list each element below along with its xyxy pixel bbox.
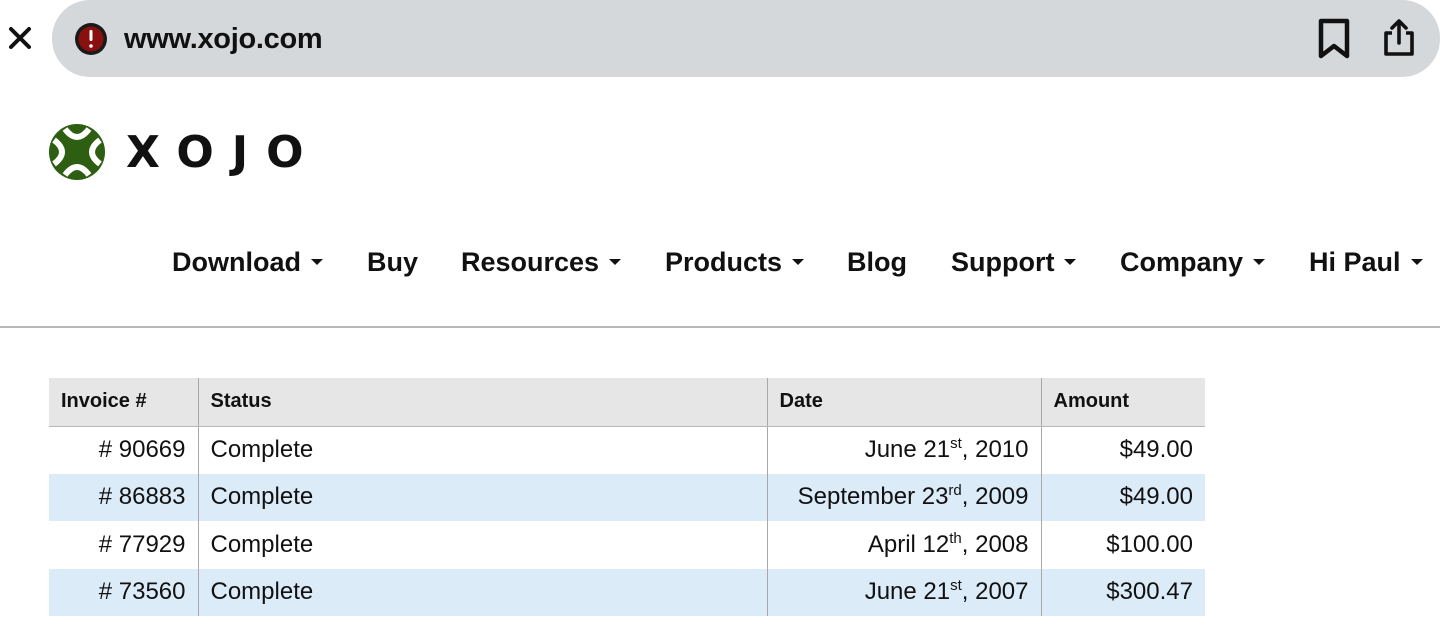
date-text: September 23 [797,483,949,511]
date-text: June 21 [864,578,951,606]
invoice-status: Complete [197,521,767,569]
date-ordinal: th [949,529,962,547]
table-row[interactable]: # 73560 Complete June 21st, 2007 $300.47 [49,568,1205,616]
nav-label: Download [172,246,301,277]
nav-label: Resources [461,246,600,277]
date-ordinal: rd [948,482,962,500]
nav-products[interactable]: Products [665,240,805,284]
invoice-date: April 12th, 2008 [766,521,1041,569]
invoice-number[interactable]: # 73560 [49,568,198,616]
nav-company[interactable]: Company [1120,240,1266,284]
caret-down-icon [1410,259,1423,265]
table-row[interactable]: # 86883 Complete September 23rd, 2009 $4… [49,473,1205,521]
invoice-amount: $49.00 [1040,473,1205,521]
share-icon[interactable] [1380,18,1418,58]
site-warning-icon[interactable] [74,22,108,56]
header-status[interactable]: Status [197,378,767,427]
invoice-date: June 21st, 2007 [766,568,1041,616]
table-header-row: Invoice # Status Date Amount [49,378,1205,427]
date-ordinal: st [950,435,962,452]
nav-blog[interactable]: Blog [847,240,907,284]
invoice-amount: $49.00 [1040,426,1205,474]
date-ordinal: st [950,577,962,595]
table-row[interactable]: # 90669 Complete June 21st, 2010 $49.00 [49,426,1205,474]
invoice-status: Complete [197,473,767,521]
header-date[interactable]: Date [766,378,1041,427]
main-nav: Download Buy Resources Products Blog Sup… [0,240,1440,284]
invoice-status: Complete [197,568,767,616]
xojo-logo[interactable]: XOJO [48,122,322,182]
date-text: June 21 [864,436,951,463]
nav-account[interactable]: Hi Paul [1309,240,1423,284]
date-year: , 2010 [961,436,1029,463]
nav-label: Buy [367,246,419,277]
nav-label: Support [951,246,1055,277]
nav-resources[interactable]: Resources [461,240,622,284]
invoice-number[interactable]: # 90669 [49,426,198,474]
invoice-status: Complete [197,426,767,474]
bookmark-icon[interactable] [1316,18,1352,60]
nav-download[interactable]: Download [172,240,323,284]
date-text: April 12 [867,530,950,558]
nav-label: Products [665,246,783,277]
caret-down-icon [792,259,805,265]
header-invoice[interactable]: Invoice # [49,378,198,427]
invoice-amount: $300.47 [1040,568,1205,616]
caret-down-icon [609,259,622,265]
close-button[interactable] [4,20,36,56]
date-year: , 2009 [961,483,1029,511]
table-row[interactable]: # 77929 Complete April 12th, 2008 $100.0… [49,521,1205,569]
close-icon [9,27,31,49]
nav-label: Hi Paul [1309,246,1401,277]
nav-divider [0,326,1440,328]
invoice-amount: $100.00 [1040,521,1205,569]
invoice-date: June 21st, 2010 [766,426,1041,474]
header-amount[interactable]: Amount [1040,378,1205,427]
invoice-number[interactable]: # 77929 [49,521,198,569]
caret-down-icon [311,259,323,265]
date-year: , 2008 [961,530,1029,558]
xojo-logo-mark-icon [49,124,105,180]
nav-label: Company [1120,246,1244,277]
nav-buy[interactable]: Buy [367,240,418,284]
url-text[interactable]: www.xojo.com [124,20,323,58]
caret-down-icon [1064,259,1077,265]
logo-text: XOJO [126,126,322,178]
nav-label: Blog [847,246,907,277]
nav-support[interactable]: Support [951,240,1077,284]
date-year: , 2007 [961,578,1029,606]
invoice-table: Invoice # Status Date Amount # 90669 Com… [49,378,1205,616]
caret-down-icon [1253,259,1266,265]
invoice-date: September 23rd, 2009 [766,473,1041,521]
invoice-number[interactable]: # 86883 [49,473,198,521]
